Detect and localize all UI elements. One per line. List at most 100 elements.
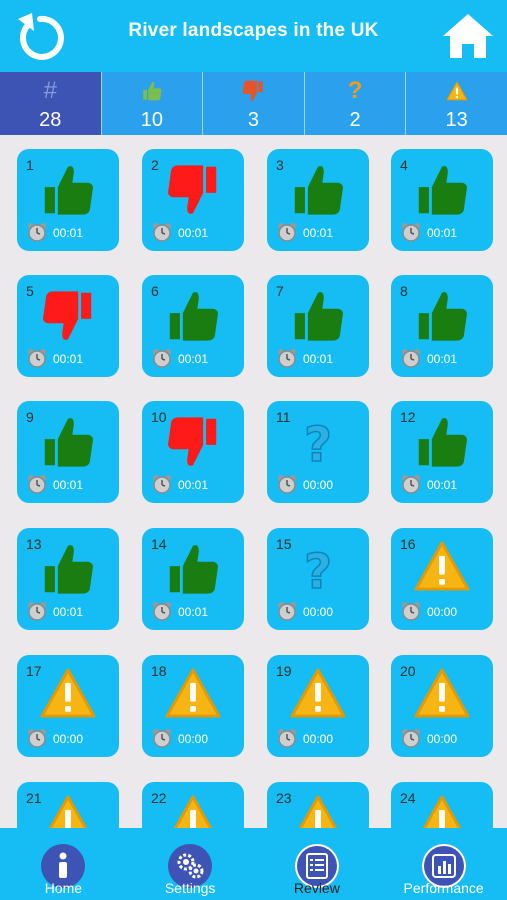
thumbs-down-icon — [164, 413, 222, 471]
thumbs-up-icon — [289, 287, 347, 345]
question-tile[interactable]: 13 00:01 — [17, 528, 119, 630]
alarm-clock-icon — [27, 222, 47, 242]
thumbs-down-icon — [164, 161, 222, 219]
stat-total[interactable]: # 28 — [0, 72, 102, 135]
question-icon: ? — [289, 540, 347, 601]
house-icon — [443, 14, 493, 58]
question-number: 9 — [26, 409, 34, 425]
question-icon: ? — [289, 413, 347, 474]
question-time: 00:00 — [178, 732, 209, 746]
warning-icon — [164, 794, 222, 828]
question-time: 00:01 — [53, 478, 84, 492]
warning-icon — [413, 667, 471, 725]
warning-icon — [164, 667, 222, 725]
thumbs-up-icon — [39, 413, 97, 471]
thumbs-down-icon — [203, 78, 304, 104]
warning-icon — [406, 78, 507, 104]
alarm-clock-icon — [27, 601, 47, 621]
warning-icon — [413, 794, 471, 828]
question-time: 00:00 — [303, 732, 334, 746]
thumbs-up-icon — [102, 78, 203, 104]
warning-icon — [289, 667, 347, 725]
alarm-clock-icon — [277, 222, 297, 242]
question-tile[interactable]: 21 — [17, 782, 119, 828]
thumbs-up-icon — [164, 287, 222, 345]
question-tile[interactable]: 1 00:01 — [17, 149, 119, 251]
stat-correct-value: 10 — [140, 109, 164, 131]
thumbs-up-icon — [39, 161, 97, 219]
nav-review-label: Review — [293, 880, 340, 896]
question-number: 1 — [26, 157, 34, 173]
question-icon: ? — [347, 77, 363, 104]
question-number: 4 — [400, 157, 408, 173]
question-time: 00:00 — [53, 732, 84, 746]
warning-icon — [289, 794, 347, 828]
stat-correct[interactable]: 10 — [102, 72, 204, 135]
question-time: 00:01 — [303, 352, 334, 366]
nav-home-label: Home — [44, 880, 83, 896]
question-tile[interactable]: 8 00:01 — [391, 275, 493, 377]
stat-wrong[interactable]: 3 — [203, 72, 305, 135]
stats-bar: # 28 10 3 ? 2 13 — [0, 72, 507, 135]
question-time: 00:01 — [53, 226, 84, 240]
question-tile[interactable]: 2 00:01 — [142, 149, 244, 251]
question-time: 00:01 — [53, 605, 84, 619]
stat-unanswered[interactable]: 13 — [406, 72, 507, 135]
question-tile[interactable]: 10 00:01 — [142, 401, 244, 503]
alarm-clock-icon — [27, 728, 47, 748]
alarm-clock-icon — [277, 348, 297, 368]
question-time: 00:01 — [178, 352, 209, 366]
svg-text:?: ? — [304, 544, 332, 598]
thumbs-up-icon — [413, 161, 471, 219]
thumbs-up-icon — [413, 413, 471, 471]
question-tile[interactable]: 3 00:01 — [267, 149, 369, 251]
question-tile[interactable]: 14 00:01 — [142, 528, 244, 630]
nav-performance-label: Performance — [403, 880, 484, 896]
question-tile[interactable]: 9 00:01 — [17, 401, 119, 503]
thumbs-up-icon — [413, 287, 471, 345]
question-time: 00:01 — [427, 478, 458, 492]
hash-icon: # — [43, 77, 57, 104]
question-number: 5 — [26, 283, 34, 299]
stat-wrong-value: 3 — [247, 109, 260, 131]
nav-review[interactable]: Review — [254, 828, 381, 900]
question-time: 00:01 — [427, 226, 458, 240]
question-time: 00:01 — [303, 226, 334, 240]
home-button[interactable] — [441, 12, 495, 60]
alarm-clock-icon — [401, 728, 421, 748]
question-tile[interactable]: 23 — [267, 782, 369, 828]
question-tile[interactable]: 15? 00:00 — [267, 528, 369, 630]
question-tile[interactable]: 4 00:01 — [391, 149, 493, 251]
alarm-clock-icon — [401, 474, 421, 494]
thumbs-up-icon — [164, 540, 222, 598]
question-tile[interactable]: 19 00:00 — [267, 655, 369, 757]
question-time: 00:01 — [178, 478, 209, 492]
question-number: 7 — [276, 283, 284, 299]
question-time: 00:00 — [427, 605, 458, 619]
question-time: 00:00 — [303, 478, 334, 492]
alarm-clock-icon — [401, 601, 421, 621]
alarm-clock-icon — [152, 348, 172, 368]
svg-text:?: ? — [304, 417, 332, 471]
question-tile[interactable]: 17 00:00 — [17, 655, 119, 757]
thumbs-down-icon — [39, 287, 97, 345]
question-tile[interactable]: 7 00:01 — [267, 275, 369, 377]
nav-settings[interactable]: Settings — [127, 828, 254, 900]
stat-unsure[interactable]: ? 2 — [305, 72, 407, 135]
question-tile[interactable]: 20 00:00 — [391, 655, 493, 757]
stat-unsure-value: 2 — [349, 109, 361, 131]
nav-performance[interactable]: Performance — [380, 828, 507, 900]
question-tile[interactable]: 22 — [142, 782, 244, 828]
header-bar: River landscapes in the UK — [0, 0, 507, 72]
question-tile[interactable]: 12 00:01 — [391, 401, 493, 503]
question-time: 00:01 — [53, 352, 84, 366]
page-title: River landscapes in the UK — [128, 20, 379, 41]
question-tile[interactable]: 16 00:00 — [391, 528, 493, 630]
nav-home[interactable]: Home — [0, 828, 127, 900]
question-tile[interactable]: 24 — [391, 782, 493, 828]
question-tile[interactable]: 5 00:01 — [17, 275, 119, 377]
question-tile[interactable]: 11? 00:00 — [267, 401, 369, 503]
question-tile[interactable]: 18 00:00 — [142, 655, 244, 757]
question-time: 00:01 — [427, 352, 458, 366]
question-tile[interactable]: 6 00:01 — [142, 275, 244, 377]
